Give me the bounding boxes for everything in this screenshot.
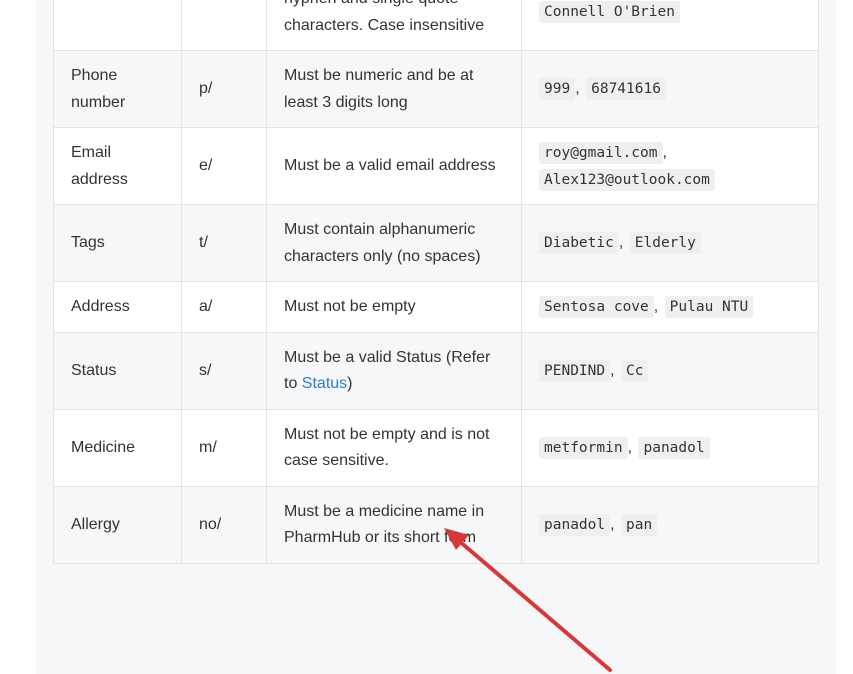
field-cell: Medicine: [53, 408, 182, 487]
table-row: Email address e/ Must be a valid email a…: [53, 127, 819, 205]
example-code: Alex123@outlook.com: [539, 168, 715, 191]
examples-cell: Connell O'Brien: [521, 0, 819, 51]
table-row: Medicine m/ Must not be empty and is not…: [53, 408, 819, 487]
table-row: Allergy no/ Must be a medicine name in P…: [53, 485, 819, 564]
table-row: Tags t/ Must contain alphanumeric charac…: [53, 204, 819, 282]
table-row: hyphen and single quote characters. Case…: [53, 0, 819, 51]
constraint-cell: Must not be empty and is not case sensit…: [266, 408, 522, 487]
constraint-cell: Must be a valid email address: [266, 127, 522, 205]
table-row: Address a/ Must not be empty Sentosa cov…: [53, 281, 819, 333]
prefix-cell: e/: [181, 127, 267, 205]
prefix-cell: s/: [181, 331, 267, 410]
constraint-cell: Must be a valid Status (Refer to Status): [266, 331, 522, 410]
example-code: panadol: [539, 513, 611, 536]
prefix-cell: a/: [181, 281, 267, 333]
prefix-cell: no/: [181, 485, 267, 564]
examples-cell: 999, 68741616: [521, 50, 819, 128]
field-cell: Status: [53, 331, 182, 410]
examples-cell: roy@gmail.com, Alex123@outlook.com: [521, 127, 819, 205]
separator: ,: [662, 144, 667, 161]
constraint-cell: Must contain alphanumeric characters onl…: [266, 204, 522, 282]
separator: ,: [653, 298, 659, 315]
example-code: 999: [539, 78, 576, 101]
field-cell: Email address: [53, 127, 182, 205]
constraint-text: ): [347, 375, 353, 392]
constraint-cell: Must be numeric and be at least 3 digits…: [266, 50, 522, 128]
example-code: 68741616: [586, 78, 666, 101]
constraint-cell: hyphen and single quote characters. Case…: [266, 0, 522, 51]
status-link[interactable]: Status: [302, 375, 347, 392]
example-code: Cc: [621, 359, 649, 382]
field-cell: [53, 0, 182, 51]
example-code: panadol: [638, 436, 710, 459]
table-row: Phone number p/ Must be numeric and be a…: [53, 50, 819, 128]
constraint-cell: Must be a medicine name in PharmHub or i…: [266, 485, 522, 564]
example-code: pan: [621, 513, 658, 536]
example-code: Sentosa cove: [539, 296, 654, 318]
prefix-cell: [181, 0, 267, 51]
example-code: roy@gmail.com: [539, 142, 663, 164]
example-code: Connell O'Brien: [539, 1, 680, 24]
prefix-cell: t/: [181, 204, 267, 282]
examples-cell: Sentosa cove, Pulau NTU: [521, 281, 819, 333]
examples-cell: metformin, panadol: [521, 408, 819, 487]
examples-cell: Diabetic, Elderly: [521, 204, 819, 282]
constraint-cell: Must not be empty: [266, 281, 522, 333]
example-code: metformin: [539, 436, 628, 459]
prefix-cell: m/: [181, 408, 267, 487]
parameter-table: hyphen and single quote characters. Case…: [53, 0, 819, 564]
separator: ,: [575, 80, 580, 98]
separator: ,: [627, 438, 633, 456]
examples-cell: PENDIND, Cc: [521, 331, 819, 410]
example-code: Pulau NTU: [664, 296, 754, 318]
prefix-cell: p/: [181, 50, 267, 128]
table-row: Status s/ Must be a valid Status (Refer …: [53, 331, 819, 410]
field-cell: Allergy: [53, 485, 182, 564]
examples-cell: panadol, pan: [521, 485, 819, 564]
separator: ,: [610, 515, 615, 533]
separator: ,: [610, 361, 615, 379]
field-cell: Tags: [53, 204, 182, 282]
example-code: Diabetic: [539, 232, 619, 255]
field-cell: Phone number: [53, 50, 182, 128]
field-cell: Address: [53, 281, 182, 333]
example-code: Elderly: [629, 232, 701, 255]
separator: ,: [618, 234, 624, 252]
example-code: PENDIND: [539, 359, 611, 382]
